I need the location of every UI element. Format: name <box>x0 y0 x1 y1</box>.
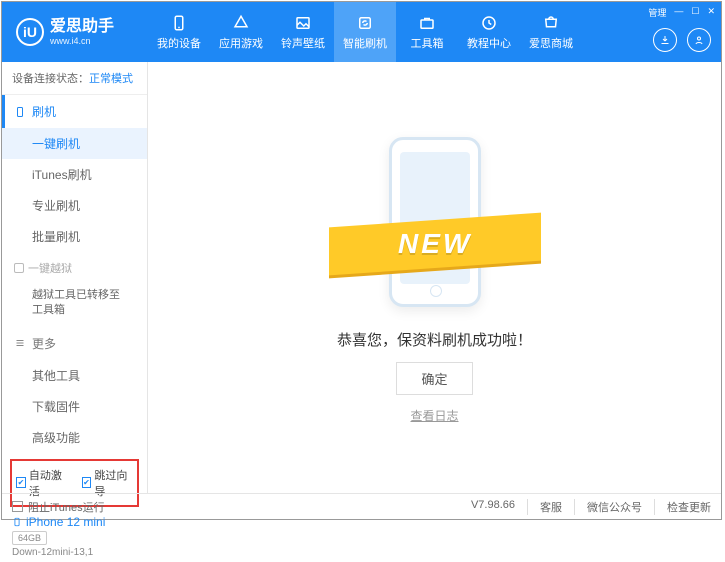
download-button[interactable] <box>653 28 677 52</box>
sidebar-item-itunes[interactable]: iTunes刷机 <box>2 159 147 190</box>
sidebar-item-advanced[interactable]: 高级功能 <box>2 422 147 453</box>
logo-icon: iU <box>16 18 44 46</box>
sidebar-group-flash[interactable]: 刷机 <box>2 95 147 128</box>
book-icon <box>479 14 499 32</box>
sidebar-item-pro[interactable]: 专业刷机 <box>2 190 147 221</box>
menu-icon <box>14 337 26 349</box>
nav-label: 工具箱 <box>411 35 444 51</box>
sidebar-item-oneclick[interactable]: 一键刷机 <box>2 128 147 159</box>
app-title: 爱思助手 <box>50 18 114 36</box>
group-title: 更多 <box>32 335 56 352</box>
success-message: 恭喜您，保资料刷机成功啦！ <box>337 329 532 350</box>
checkbox-icon <box>12 501 23 512</box>
lock-icon <box>14 263 24 273</box>
sidebar-item-other[interactable]: 其他工具 <box>2 360 147 391</box>
download-icon <box>659 34 671 46</box>
nav-apps[interactable]: 应用游戏 <box>210 2 272 62</box>
nav-label: 应用游戏 <box>219 35 263 51</box>
sidebar-item-batch[interactable]: 批量刷机 <box>2 221 147 252</box>
checkbox-label: 阻止iTunes运行 <box>28 499 105 515</box>
update-link[interactable]: 检查更新 <box>654 499 711 515</box>
maximize-button[interactable]: ☐ <box>691 6 699 19</box>
cart-icon <box>541 14 561 32</box>
group-title: 刷机 <box>32 103 56 120</box>
window-controls: 管理 — ☐ ✕ <box>648 6 715 19</box>
nav-flash[interactable]: 智能刷机 <box>334 2 396 62</box>
connection-status: 设备连接状态：正常模式 <box>2 62 147 95</box>
nav-ringtones[interactable]: 铃声壁纸 <box>272 2 334 62</box>
device-sub: Down-12mini-13,1 <box>12 547 137 558</box>
group-title: 一键越狱 <box>28 260 72 276</box>
app-url: www.i4.cn <box>50 36 114 46</box>
refresh-icon <box>355 14 375 32</box>
minimize-button[interactable]: — <box>674 6 683 19</box>
user-icon <box>693 34 705 46</box>
device-storage: 64GB <box>12 531 47 545</box>
nav-tutorials[interactable]: 教程中心 <box>458 2 520 62</box>
nav-toolbox[interactable]: 工具箱 <box>396 2 458 62</box>
close-button[interactable]: ✕ <box>707 6 715 19</box>
sidebar: 设备连接状态：正常模式 刷机 一键刷机 iTunes刷机 专业刷机 批量刷机 一… <box>2 62 148 493</box>
main-content: NEW 恭喜您，保资料刷机成功啦！ 确定 查看日志 <box>148 62 721 493</box>
settings-link[interactable]: 管理 <box>648 6 666 19</box>
nav-label: 爱思商城 <box>529 35 573 51</box>
nav-label: 铃声壁纸 <box>281 35 325 51</box>
status-bar: 阻止iTunes运行 V7.98.66 客服 微信公众号 检查更新 <box>2 493 721 519</box>
support-link[interactable]: 客服 <box>527 499 562 515</box>
toolbox-icon <box>417 14 437 32</box>
wechat-link[interactable]: 微信公众号 <box>574 499 642 515</box>
nav-label: 智能刷机 <box>343 35 387 51</box>
success-illustration: NEW <box>335 132 535 317</box>
sidebar-item-download-fw[interactable]: 下载固件 <box>2 391 147 422</box>
version-label: V7.98.66 <box>471 499 515 515</box>
phone-icon <box>169 14 189 32</box>
app-header: iU 爱思助手 www.i4.cn 我的设备 应用游戏 铃声壁纸 智能刷机 <box>2 2 721 62</box>
app-icon <box>231 14 251 32</box>
sidebar-group-more[interactable]: 更多 <box>2 327 147 360</box>
app-logo: iU 爱思助手 www.i4.cn <box>2 18 148 46</box>
block-itunes-checkbox[interactable]: 阻止iTunes运行 <box>12 499 105 515</box>
nav-label: 教程中心 <box>467 35 511 51</box>
sidebar-group-jailbreak: 一键越狱 <box>2 252 147 284</box>
user-button[interactable] <box>687 28 711 52</box>
checkmark-icon: ✔ <box>82 477 92 488</box>
top-nav: 我的设备 应用游戏 铃声壁纸 智能刷机 工具箱 教程中心 <box>148 2 721 62</box>
nav-my-device[interactable]: 我的设备 <box>148 2 210 62</box>
phone-small-icon <box>14 106 26 118</box>
nav-label: 我的设备 <box>157 35 201 51</box>
new-ribbon: NEW <box>329 212 541 275</box>
view-log-link[interactable]: 查看日志 <box>410 407 458 424</box>
checkmark-icon: ✔ <box>16 477 26 488</box>
nav-store[interactable]: 爱思商城 <box>520 2 582 62</box>
wallpaper-icon <box>293 14 313 32</box>
jailbreak-note: 越狱工具已转移至 工具箱 <box>2 284 147 327</box>
ok-button[interactable]: 确定 <box>396 362 472 395</box>
